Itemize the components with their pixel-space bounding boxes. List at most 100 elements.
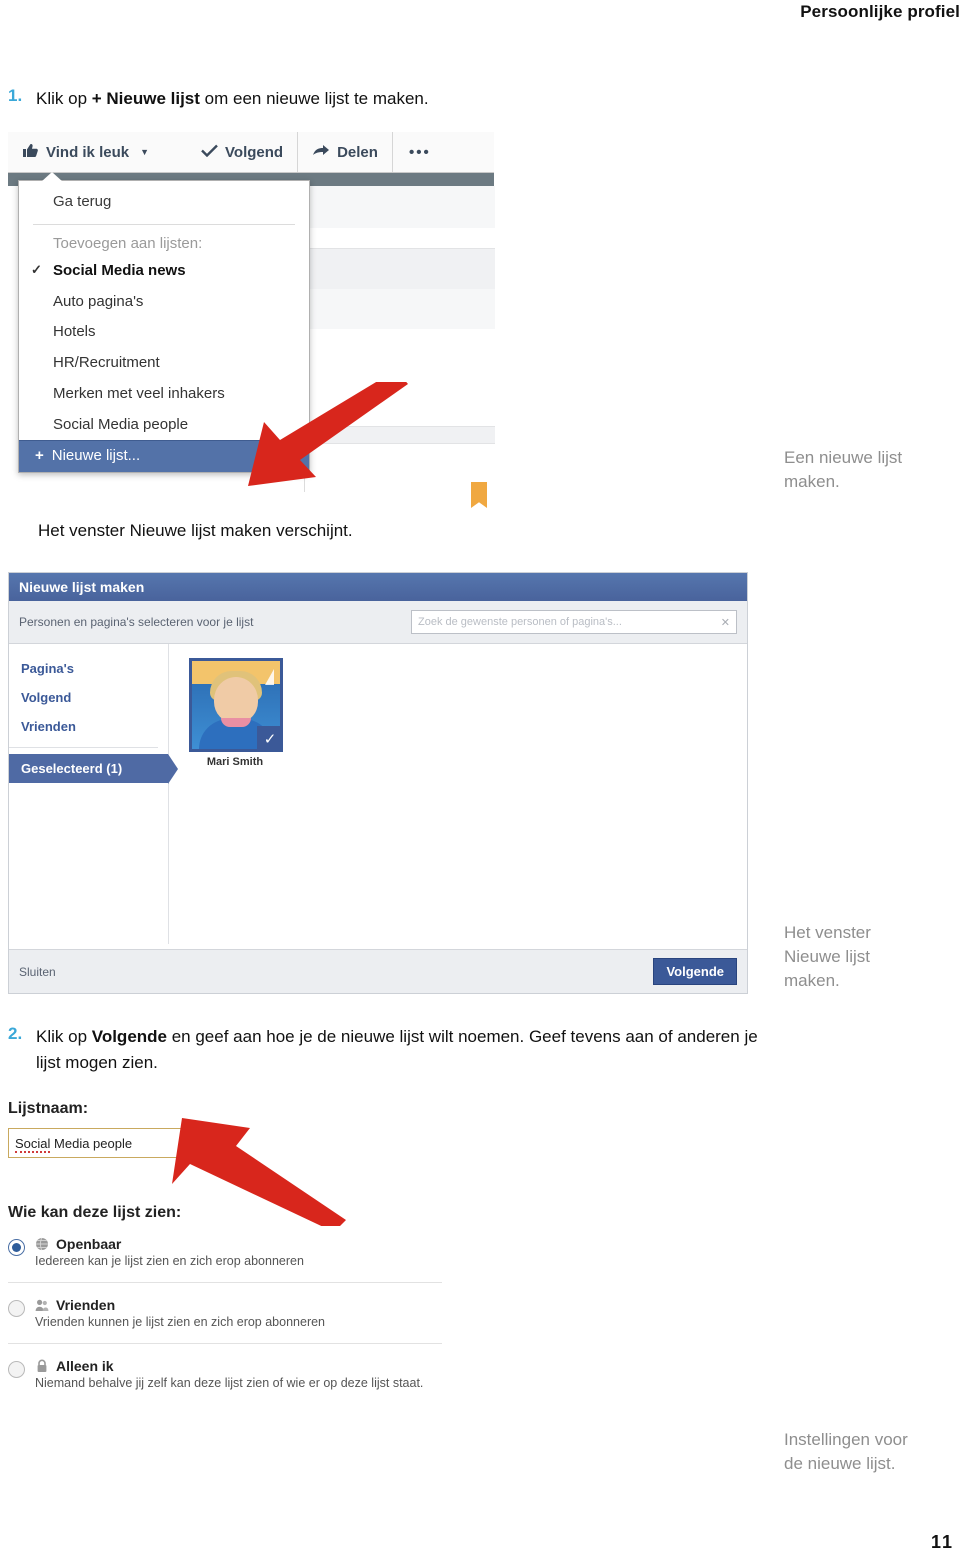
dialog-sidebar: Pagina's Volgend Vrienden Geselecteerd (… — [9, 644, 178, 944]
option-title: Vrienden — [56, 1297, 116, 1313]
step-2-bold: Volgende — [91, 1027, 167, 1046]
figure-page-toolbar-dropdown: Vind ik leuk ▼ Volgend Delen ••• Ga teru… — [8, 132, 495, 508]
follow-button[interactable]: Volgend — [187, 132, 299, 172]
step-2: 2. Klik op Volgende en geef aan hoe je d… — [8, 1024, 768, 1075]
menu-item-label: HR/Recruitment — [53, 354, 160, 371]
menu-item-auto-paginas[interactable]: Auto pagina's — [19, 287, 309, 318]
visibility-option-friends[interactable]: Vrienden Vrienden kunnen je lijst zien e… — [8, 1283, 442, 1344]
globe-icon — [36, 1237, 48, 1251]
option-description: Vrienden kunnen je lijst zien en zich er… — [35, 1315, 326, 1329]
search-input[interactable]: Zoek de gewenste personen of pagina's...… — [411, 610, 737, 634]
selected-check-icon: ✓ — [257, 726, 280, 749]
share-button[interactable]: Delen — [298, 132, 393, 172]
menu-item-hotels[interactable]: Hotels — [19, 317, 309, 348]
list-name-value: Social Media people — [15, 1135, 133, 1153]
option-content: Openbaar Iedereen kan je lijst zien en z… — [35, 1236, 442, 1270]
option-title-row: Alleen ik — [35, 1358, 442, 1374]
margin-caption-2: Het venster Nieuwe lijst maken. — [784, 921, 960, 993]
more-options-button[interactable]: ••• — [393, 144, 447, 161]
margin-caption-3: Instellingen voor de nieuwe lijst. — [784, 1428, 960, 1476]
step-2-text-before: Klik op — [36, 1027, 92, 1046]
page-toolbar: Vind ik leuk ▼ Volgend Delen ••• — [8, 132, 494, 173]
close-button[interactable]: Sluiten — [19, 965, 56, 979]
figure-list-settings: Lijstnaam: Social Media people Wie kan d… — [8, 1100, 448, 1490]
step-2-number: 2. — [8, 1024, 23, 1043]
sidebar-item-paginas[interactable]: Pagina's — [9, 654, 168, 683]
option-title-row: Openbaar — [35, 1236, 442, 1252]
menu-section-label: Toevoegen aan lijsten: — [53, 234, 203, 252]
sidebar-item-volgend[interactable]: Volgend — [9, 683, 168, 712]
content-row — [305, 186, 495, 228]
person-grid: ✓ Mari Smith — [169, 644, 747, 944]
step-2-text: Klik op Volgende en geef aan hoe je de n… — [36, 1024, 768, 1075]
dialog-footer: Sluiten Volgende — [9, 949, 747, 993]
step-1-number: 1. — [8, 86, 23, 105]
lock-icon — [37, 1359, 47, 1372]
menu-item-label: Merken met veel inhakers — [53, 384, 225, 402]
sidebar-divider — [9, 747, 158, 748]
option-content: Alleen ik Niemand behalve jij zelf kan d… — [35, 1358, 442, 1392]
friends-icon — [35, 1299, 49, 1311]
avatar-necklace — [221, 718, 251, 727]
step-1: 1. Klik op + Nieuwe lijst om een nieuwe … — [8, 86, 728, 112]
dialog-subheader: Personen en pagina's selecteren voor je … — [9, 601, 747, 644]
sidebar-item-geselecteerd[interactable]: Geselecteerd (1) — [9, 754, 178, 784]
content-row — [305, 289, 495, 329]
annotation-arrow-icon — [172, 1118, 346, 1226]
sailboat-icon — [265, 669, 274, 685]
radio-only-me[interactable] — [8, 1361, 25, 1378]
menu-item-label: Social Media people — [53, 415, 189, 433]
caption-line: Nieuwe lijst — [784, 947, 870, 967]
like-button-label: Vind ik leuk — [46, 143, 130, 161]
page-title: Persoonlijke profiel — [800, 2, 960, 21]
like-button[interactable]: Vind ik leuk ▼ — [8, 132, 163, 172]
menu-item-go-back[interactable]: Ga terug — [19, 181, 309, 224]
close-icon[interactable]: ✕ — [721, 616, 730, 629]
thumbs-up-icon — [22, 143, 39, 162]
list-name-value-misspelled: Social — [15, 1135, 51, 1153]
caption-line: Instellingen voor — [784, 1430, 908, 1449]
menu-item-social-media-news[interactable]: ✓ Social Media news — [19, 256, 309, 287]
avatar: ✓ — [189, 658, 283, 752]
caption-line: de nieuwe lijst. — [784, 1454, 896, 1474]
visibility-option-public[interactable]: Openbaar Iedereen kan je lijst zien en z… — [8, 1222, 442, 1283]
radio-friends[interactable] — [8, 1300, 25, 1317]
option-title: Openbaar — [56, 1236, 122, 1252]
person-tile[interactable]: ✓ Mari Smith — [189, 658, 283, 768]
document-page: Persoonlijke profiel 1. Klik op + Nieuwe… — [0, 0, 960, 1559]
next-button[interactable]: Volgende — [653, 958, 737, 985]
step-1-bold: + Nieuwe lijst — [91, 89, 200, 108]
margin-caption-1: Een nieuwe lijst maken. — [784, 446, 960, 494]
sidebar-item-vrienden[interactable]: Vrienden — [9, 712, 168, 741]
bookmark-icon — [471, 482, 487, 508]
follow-button-label: Volgend — [225, 143, 284, 161]
plus-icon: + — [35, 447, 44, 465]
option-title-row: Vrienden — [35, 1297, 442, 1313]
check-icon — [201, 144, 218, 161]
list-name-value-rest: Media people — [50, 1135, 133, 1151]
content-row-shaded — [305, 248, 495, 290]
caption-line: Het venster — [784, 923, 871, 942]
step-1-text-before: Klik op — [36, 89, 92, 108]
check-icon: ✓ — [31, 261, 42, 277]
page-number: 11 — [930, 1532, 954, 1552]
annotation-arrow-icon — [248, 382, 408, 486]
figure-new-list-dialog: Nieuwe lijst maken Personen en pagina's … — [8, 572, 748, 994]
step-1-text-after: om een nieuwe lijst te maken. — [199, 89, 429, 108]
share-arrow-icon — [312, 144, 330, 161]
search-placeholder: Zoek de gewenste personen of pagina's... — [418, 616, 622, 628]
caption-line: maken. — [784, 971, 840, 991]
step-1-text: Klik op + Nieuwe lijst om een nieuwe lij… — [36, 86, 429, 112]
caption-line: maken. — [784, 472, 840, 492]
dialog-title: Nieuwe lijst maken — [9, 573, 747, 601]
dialog-subtitle: Personen en pagina's selecteren voor je … — [19, 615, 254, 629]
option-title: Alleen ik — [56, 1358, 114, 1374]
dialog-body: Pagina's Volgend Vrienden Geselecteerd (… — [9, 644, 747, 944]
menu-item-hr-recruitment[interactable]: HR/Recruitment — [19, 348, 309, 379]
after-figure1-text: Het venster Nieuwe lijst maken verschijn… — [38, 521, 353, 540]
menu-item-label: Social Media news — [53, 261, 186, 279]
caption-line: Een nieuwe lijst — [784, 448, 903, 467]
visibility-option-only-me[interactable]: Alleen ik Niemand behalve jij zelf kan d… — [8, 1344, 442, 1404]
chevron-down-icon: ▼ — [140, 147, 150, 157]
radio-public[interactable] — [8, 1239, 25, 1256]
